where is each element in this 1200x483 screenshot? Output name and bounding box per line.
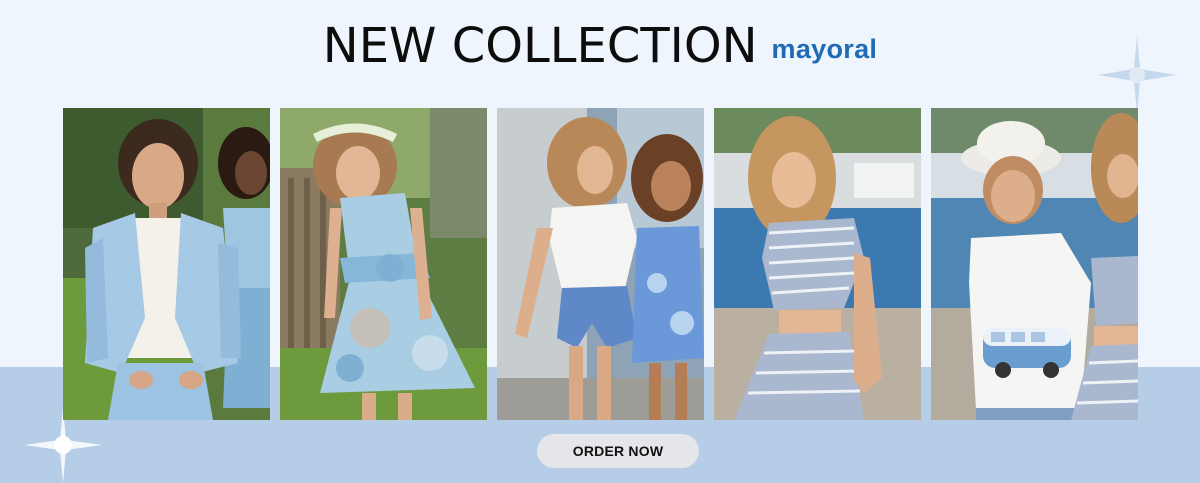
girl-blue-blazer-photo[interactable] bbox=[63, 108, 270, 420]
page-title: NEW COLLECTION bbox=[322, 18, 758, 74]
order-now-button[interactable]: ORDER NOW bbox=[537, 434, 699, 468]
header: NEW COLLECTION mayoral bbox=[0, 14, 1200, 78]
girl-floral-dress-photo[interactable] bbox=[280, 108, 487, 420]
girl-striped-set-photo[interactable] bbox=[714, 108, 921, 420]
girls-white-top-shorts-photo[interactable] bbox=[497, 108, 704, 420]
boy-bucket-hat-van-tee-photo[interactable] bbox=[931, 108, 1138, 420]
photo-gallery bbox=[63, 108, 1138, 420]
brand-logo[interactable]: mayoral bbox=[772, 34, 878, 65]
